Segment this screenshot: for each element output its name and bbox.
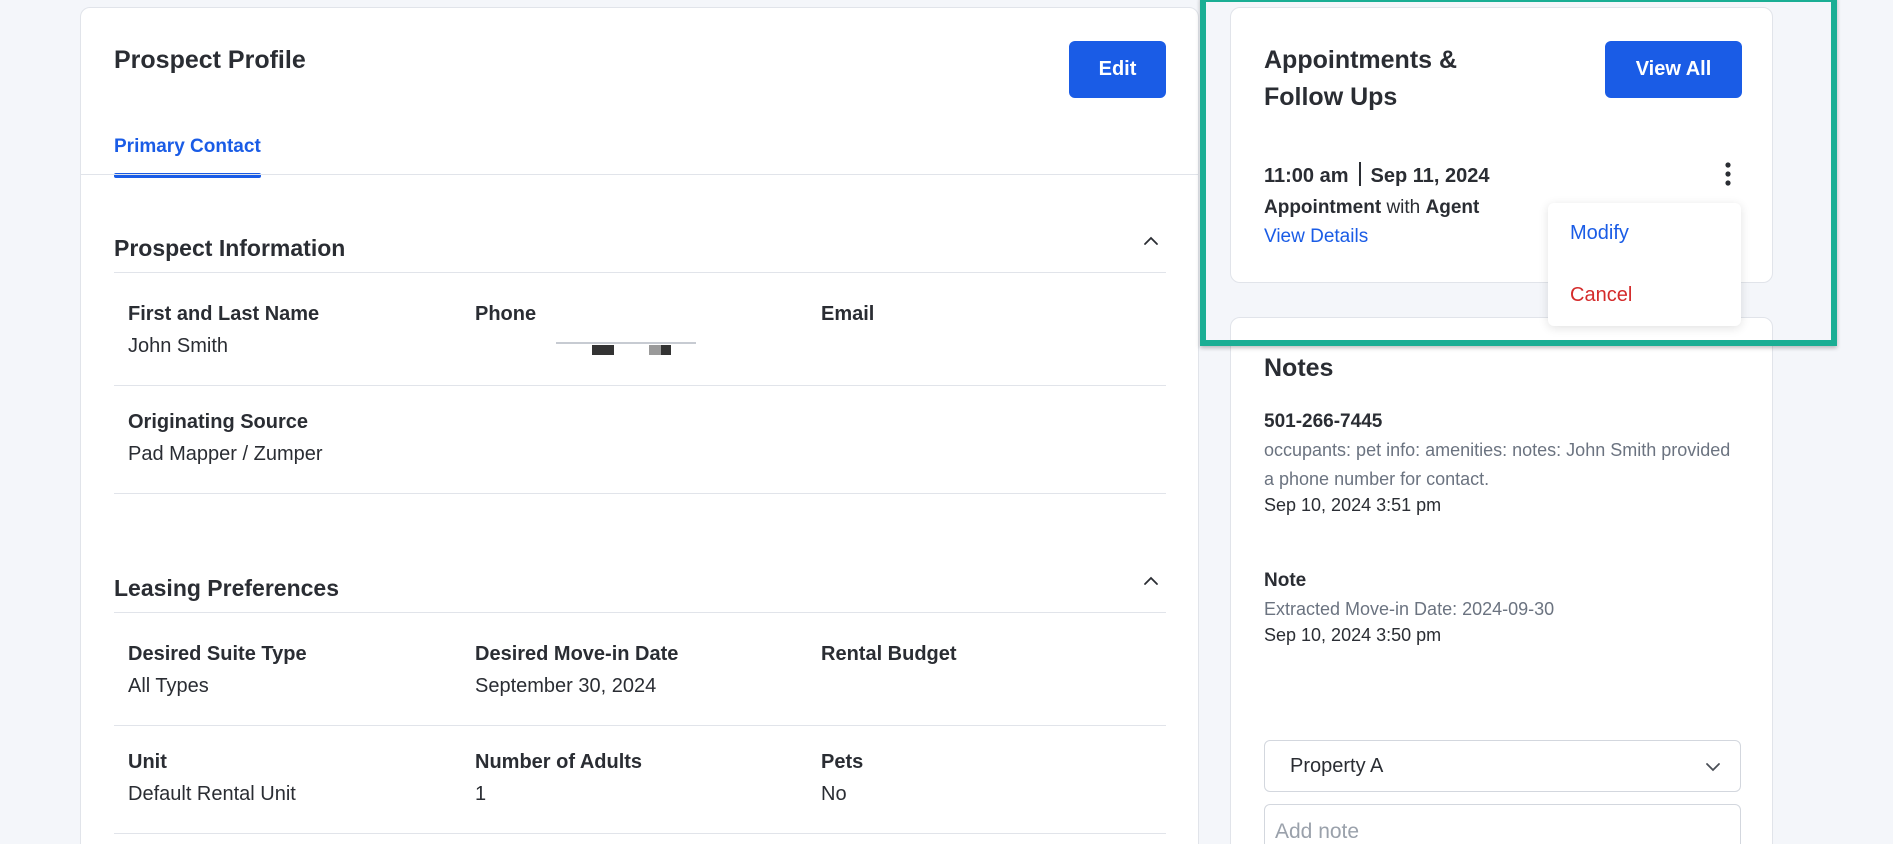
appointment-date: Sep 11, 2024 xyxy=(1370,165,1490,187)
field-number-of-adults: Number of Adults 1 xyxy=(475,751,642,806)
field-value: All Types xyxy=(128,675,209,697)
field-label: First and Last Name xyxy=(128,303,320,325)
note-body: Extracted Move-in Date: 2024-09-30 xyxy=(1264,599,1555,619)
field-value: No xyxy=(821,783,847,805)
appointments-title: Appointments & Follow Ups xyxy=(1264,46,1458,111)
appointment-time: 11:00 am xyxy=(1264,165,1349,187)
note-title: 501-266-7445 xyxy=(1264,411,1383,432)
field-value: Pad Mapper / Zumper xyxy=(128,443,323,465)
note-timestamp: Sep 10, 2024 3:51 pm xyxy=(1264,495,1442,515)
field-email: Email xyxy=(821,303,874,326)
section-divider xyxy=(114,612,1166,613)
field-full-name: First and Last Name John Smith xyxy=(128,303,319,358)
chevron-down-icon xyxy=(1706,763,1720,772)
appointment-type: Appointment xyxy=(1264,197,1382,218)
redacted-phone-value xyxy=(556,342,696,355)
appointment-with-text: with xyxy=(1386,197,1421,218)
section-title-leasing-preferences: Leasing Preferences xyxy=(114,575,340,601)
notes-card: Notes 501-266-7445 occupants: pet info: … xyxy=(1230,317,1773,844)
tab-primary-contact[interactable]: Primary Contact xyxy=(114,130,261,178)
field-label: Unit xyxy=(128,751,167,773)
menu-item-cancel[interactable]: Cancel xyxy=(1570,284,1632,307)
appointment-datetime: 11:00 am Sep 11, 2024 xyxy=(1264,162,1490,188)
menu-item-modify[interactable]: Modify xyxy=(1570,222,1629,245)
field-value: 1 xyxy=(475,783,487,805)
property-select-value: Property A xyxy=(1290,755,1384,777)
tab-divider xyxy=(81,174,1198,175)
field-originating-source: Originating Source Pad Mapper / Zumper xyxy=(128,411,323,466)
field-rental-budget: Rental Budget xyxy=(821,643,957,666)
field-pets: Pets No xyxy=(821,751,863,806)
field-label: Number of Adults xyxy=(475,751,643,773)
datetime-separator xyxy=(1358,162,1361,186)
field-value: John Smith xyxy=(128,335,229,357)
note-body: occupants: pet info: amenities: notes: J… xyxy=(1264,440,1731,489)
appointment-actions-menu: Modify Cancel xyxy=(1548,203,1741,326)
edit-button[interactable]: Edit xyxy=(1069,41,1166,98)
field-label: Desired Suite Type xyxy=(128,643,307,665)
property-select[interactable]: Property A xyxy=(1264,740,1741,792)
field-value: September 30, 2024 xyxy=(475,675,657,697)
note-timestamp: Sep 10, 2024 3:50 pm xyxy=(1264,625,1442,645)
chevron-up-icon[interactable] xyxy=(1142,232,1160,250)
note-item: Note Extracted Move-in Date: 2024-09-30 … xyxy=(1264,570,1744,646)
field-label: Rental Budget xyxy=(821,643,957,665)
prospect-profile-card: Prospect Profile Edit Primary Contact Pr… xyxy=(80,7,1199,844)
page-title: Prospect Profile xyxy=(114,46,306,74)
field-label: Desired Move-in Date xyxy=(475,643,679,665)
chevron-up-icon[interactable] xyxy=(1142,572,1160,590)
field-value: Default Rental Unit xyxy=(128,783,296,805)
appointment-agent: Agent xyxy=(1425,197,1480,218)
add-note-input[interactable] xyxy=(1264,804,1741,844)
field-phone: Phone xyxy=(475,303,536,326)
row-divider xyxy=(114,725,1166,726)
section-title-prospect-information: Prospect Information xyxy=(114,235,346,261)
row-divider xyxy=(114,833,1166,834)
field-label: Pets xyxy=(821,751,864,773)
appointment-description: Appointment with Agent xyxy=(1264,197,1479,219)
row-divider xyxy=(114,385,1166,386)
view-all-button[interactable]: View All xyxy=(1605,41,1742,98)
field-unit: Unit Default Rental Unit xyxy=(128,751,296,806)
note-item: 501-266-7445 occupants: pet info: amenit… xyxy=(1264,411,1744,516)
notes-title: Notes xyxy=(1264,354,1334,382)
row-divider xyxy=(114,493,1166,494)
field-label: Email xyxy=(821,303,875,325)
section-divider xyxy=(114,272,1166,273)
field-desired-suite-type: Desired Suite Type All Types xyxy=(128,643,307,698)
field-desired-move-in-date: Desired Move-in Date September 30, 2024 xyxy=(475,643,678,698)
field-label: Phone xyxy=(475,303,537,325)
view-details-link[interactable]: View Details xyxy=(1264,226,1368,248)
field-label: Originating Source xyxy=(128,411,309,433)
tab-label: Primary Contact xyxy=(114,136,261,157)
note-title: Note xyxy=(1264,570,1307,591)
kebab-menu-icon[interactable] xyxy=(1719,160,1737,188)
